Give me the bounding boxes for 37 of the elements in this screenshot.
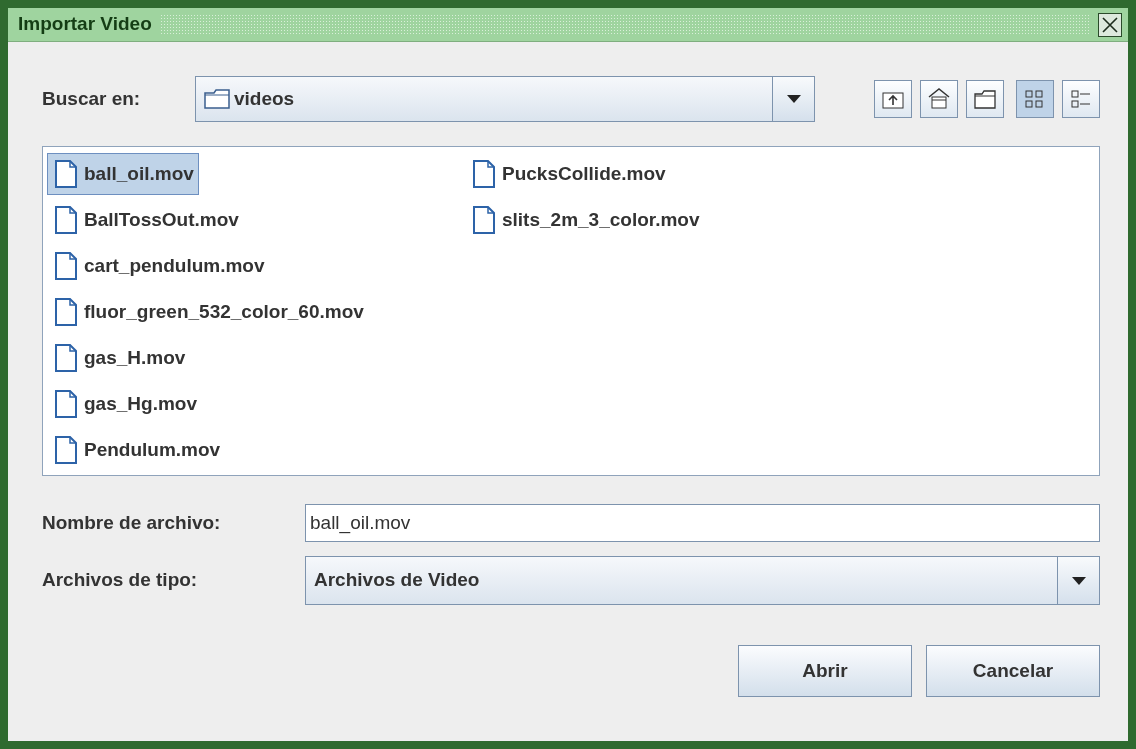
file-item[interactable]: PucksCollide.mov [465, 153, 671, 195]
look-in-label: Buscar en: [42, 86, 142, 111]
file-item[interactable]: cart_pendulum.mov [47, 245, 270, 287]
folder-button[interactable] [966, 80, 1004, 118]
window-title: Importar Video [18, 12, 152, 37]
file-type-dropdown[interactable]: Archivos de Video [305, 556, 1100, 605]
file-icon [54, 343, 78, 373]
file-item[interactable]: gas_H.mov [47, 337, 191, 379]
file-item[interactable]: slits_2m_3_color.mov [465, 199, 705, 241]
folder-icon [204, 89, 230, 109]
file-icon [54, 159, 78, 189]
file-icon [54, 205, 78, 235]
file-type-label: Archivos de tipo: [42, 568, 199, 593]
file-icon [54, 251, 78, 281]
file-item[interactable]: gas_Hg.mov [47, 383, 202, 425]
file-item[interactable]: fluor_green_532_color_60.mov [47, 291, 369, 333]
cancel-button[interactable]: Cancelar [926, 645, 1100, 697]
home-icon [926, 86, 952, 112]
open-button[interactable]: Abrir [738, 645, 912, 697]
file-icon [54, 297, 78, 327]
file-icon [472, 205, 496, 235]
file-item[interactable]: BallTossOut.mov [47, 199, 244, 241]
file-name-label: Nombre de archivo: [42, 510, 222, 535]
list-view-button[interactable] [1016, 80, 1054, 118]
details-view-button[interactable] [1062, 80, 1100, 118]
close-button[interactable] [1098, 12, 1122, 37]
caret-icon [1070, 575, 1087, 586]
file-name-field[interactable]: ball_oil.mov [305, 504, 1100, 542]
file-item[interactable]: ball_oil.mov [47, 153, 199, 195]
home-button[interactable] [920, 80, 958, 118]
file-icon [54, 389, 78, 419]
look-in-dropdown[interactable]: videos [195, 76, 815, 122]
up-folder-button[interactable] [874, 80, 912, 118]
file-icon [472, 159, 496, 189]
file-icon [54, 435, 78, 465]
caret-icon [785, 94, 802, 104]
file-item[interactable]: Pendulum.mov [47, 429, 226, 471]
